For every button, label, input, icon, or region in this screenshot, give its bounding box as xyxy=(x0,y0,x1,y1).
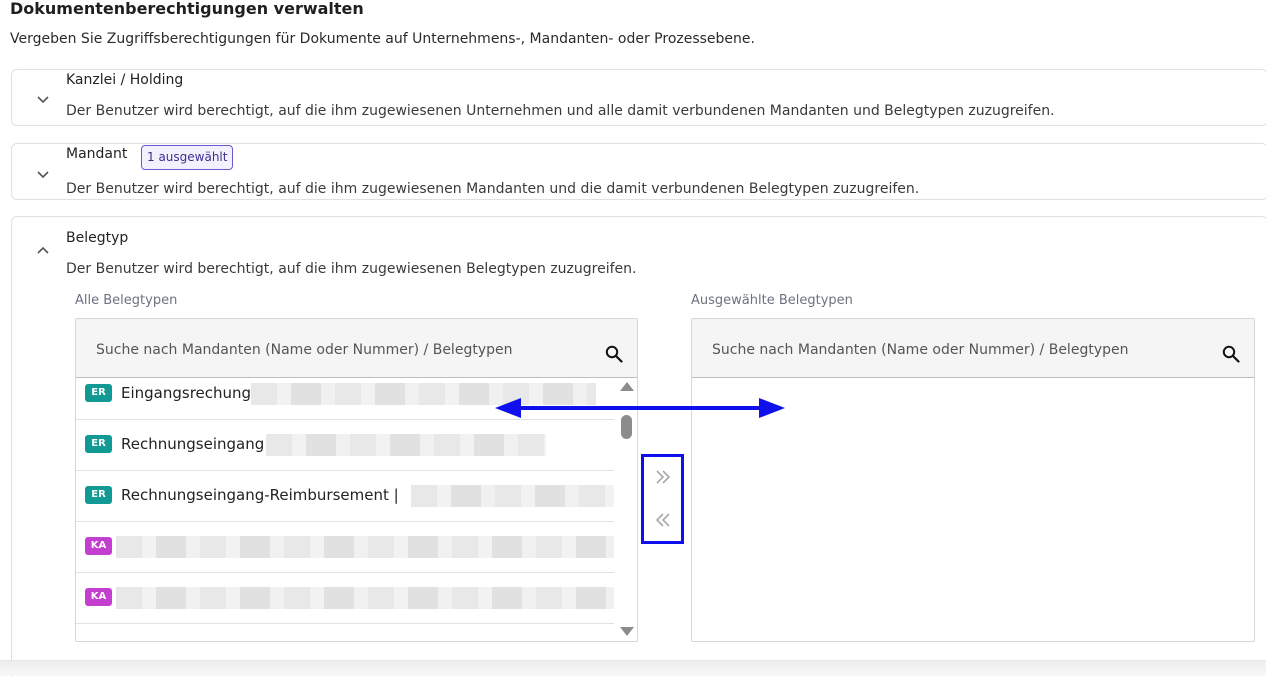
double-chevron-left-icon xyxy=(655,513,670,527)
section-kanzlei-holding[interactable]: Kanzlei / Holding Der Benutzer wird bere… xyxy=(11,69,1266,126)
search-area xyxy=(692,319,1254,378)
all-belegtypen-label: Alle Belegtypen xyxy=(75,293,178,308)
scroll-down-icon[interactable] xyxy=(620,627,634,636)
all-belegtypen-search-input[interactable] xyxy=(94,339,568,361)
chevron-down-icon[interactable] xyxy=(36,168,50,182)
list-item[interactable]: KA xyxy=(76,522,614,573)
belegtyp-tag: ER xyxy=(85,384,112,402)
search-icon[interactable] xyxy=(1222,345,1240,363)
section-description: Der Benutzer wird berechtigt, auf die ih… xyxy=(66,103,1055,119)
list-item[interactable]: ER Rechnungseingang-Reimbursement | xyxy=(76,471,614,522)
section-title: Mandant xyxy=(66,146,128,162)
annotation-double-arrow xyxy=(495,398,785,418)
belegtyp-tag: ER xyxy=(85,435,112,453)
belegtyp-label: Rechnungseingang xyxy=(121,435,265,453)
section-title: Belegtyp xyxy=(66,230,129,246)
selected-belegtypen-label: Ausgewählte Belegtypen xyxy=(691,293,853,308)
chevron-up-icon[interactable] xyxy=(36,243,50,257)
belegtyp-label: Eingangsrechung xyxy=(121,384,252,402)
redacted-text xyxy=(411,485,614,507)
move-right-button[interactable] xyxy=(644,459,681,499)
selected-belegtypen-list xyxy=(691,318,1255,642)
belegtyp-tag: KA xyxy=(85,588,112,606)
transfer-buttons xyxy=(641,454,684,544)
belegtyp-tag: KA xyxy=(85,537,112,555)
selected-belegtypen-search-input[interactable] xyxy=(710,339,1184,361)
section-description: Der Benutzer wird berechtigt, auf die ih… xyxy=(66,261,637,277)
section-mandant[interactable]: Mandant 1 ausgewählt Der Benutzer wird b… xyxy=(11,143,1266,200)
page-subtitle: Vergeben Sie Zugriffsberechtigungen für … xyxy=(10,31,755,47)
page-title: Dokumentenberechtigungen verwalten xyxy=(10,0,364,18)
list-item[interactable]: ER Rechnungseingang xyxy=(76,420,614,471)
move-left-button[interactable] xyxy=(644,502,681,542)
section-belegtyp: Belegtyp Der Benutzer wird berechtigt, a… xyxy=(11,216,1266,677)
search-icon[interactable] xyxy=(605,345,623,363)
belegtyp-label: Rechnungseingang-Reimbursement | xyxy=(121,486,399,504)
scroll-up-icon[interactable] xyxy=(620,382,634,391)
list-item[interactable]: KA xyxy=(76,573,614,624)
belegtyp-tag: ER xyxy=(85,486,112,504)
redacted-text xyxy=(116,587,614,609)
bottom-edge xyxy=(0,660,1266,676)
section-description: Der Benutzer wird berechtigt, auf die ih… xyxy=(66,181,920,197)
redacted-text xyxy=(116,536,614,558)
section-title: Kanzlei / Holding xyxy=(66,72,184,88)
search-area xyxy=(76,319,637,378)
redacted-text xyxy=(266,434,546,456)
selection-count-badge: 1 ausgewählt xyxy=(141,145,234,170)
chevron-down-icon[interactable] xyxy=(36,93,50,107)
double-chevron-right-icon xyxy=(656,470,671,484)
all-belegtypen-list: ER Eingangsrechung ER Rechnungseingang E… xyxy=(75,318,638,642)
